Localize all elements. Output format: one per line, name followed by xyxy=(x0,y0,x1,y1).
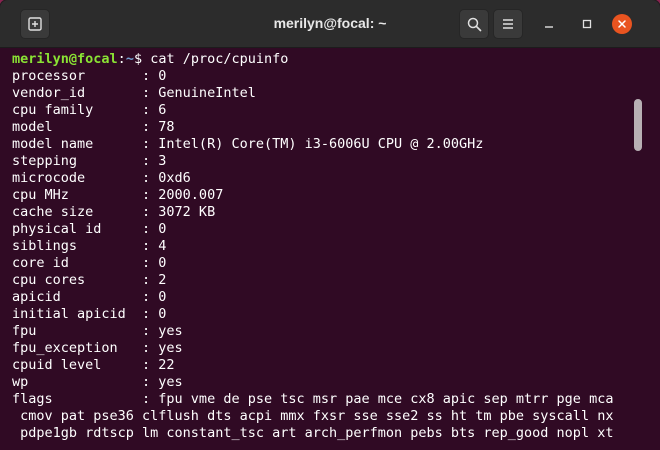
minimize-icon xyxy=(545,26,553,28)
output-line: core id : 0 xyxy=(12,255,167,271)
output-line: physical id : 0 xyxy=(12,221,167,237)
prompt-user-host: merilyn@focal xyxy=(12,51,118,67)
output-line: cpu cores : 2 xyxy=(12,272,167,288)
output-line: siblings : 4 xyxy=(12,238,167,254)
output-line: model name : Intel(R) Core(TM) i3-6006U … xyxy=(12,136,484,152)
new-tab-icon xyxy=(28,17,42,31)
output-line: fpu : yes xyxy=(12,323,183,339)
close-icon xyxy=(618,20,626,28)
output-line: vendor_id : GenuineIntel xyxy=(12,85,256,101)
output-line: fpu_exception : yes xyxy=(12,340,183,356)
minimize-button[interactable] xyxy=(540,15,558,33)
output-line: apicid : 0 xyxy=(12,289,167,305)
output-line: cpu family : 6 xyxy=(12,102,167,118)
search-icon xyxy=(467,17,481,31)
terminal-window: merilyn@focal: ~ merilyn@focal:~$ cat /p… xyxy=(0,0,660,450)
menu-button[interactable] xyxy=(493,9,523,39)
prompt-symbol: $ xyxy=(133,51,143,67)
maximize-icon xyxy=(582,19,592,29)
close-button[interactable] xyxy=(612,14,632,34)
output-line: wp : yes xyxy=(12,374,183,390)
output-line: model : 78 xyxy=(12,119,175,135)
output-line: pdpe1gb rdtscp lm constant_tsc art arch_… xyxy=(12,425,614,441)
output-line: stepping : 3 xyxy=(12,153,167,169)
output-line: cmov pat pse36 clflush dts acpi mmx fxsr… xyxy=(12,408,614,424)
new-tab-button[interactable] xyxy=(20,9,50,39)
output-line: initial apicid : 0 xyxy=(12,306,167,322)
terminal-scrollbar[interactable] xyxy=(634,99,642,151)
output-line: processor : 0 xyxy=(12,68,167,84)
output-line: flags : fpu vme de pse tsc msr pae mce c… xyxy=(12,391,614,407)
output-line: cache size : 3072 KB xyxy=(12,204,216,220)
output-line: cpuid level : 22 xyxy=(12,357,175,373)
title-bar[interactable]: merilyn@focal: ~ xyxy=(0,0,660,48)
terminal-content[interactable]: merilyn@focal:~$ cat /proc/cpuinfo proce… xyxy=(0,48,660,450)
search-button[interactable] xyxy=(459,9,489,39)
window-title: merilyn@focal: ~ xyxy=(273,15,387,31)
output-line: cpu MHz : 2000.007 xyxy=(12,187,224,203)
prompt-separator: : xyxy=(117,51,126,67)
prompt-path: ~ xyxy=(125,51,134,67)
output-line: microcode : 0xd6 xyxy=(12,170,191,186)
hamburger-menu-icon xyxy=(503,19,513,29)
maximize-button[interactable] xyxy=(578,15,596,33)
prompt-command: cat /proc/cpuinfo xyxy=(142,51,289,67)
command-prompt-line: merilyn@focal:~$ cat /proc/cpuinfo xyxy=(12,51,288,68)
